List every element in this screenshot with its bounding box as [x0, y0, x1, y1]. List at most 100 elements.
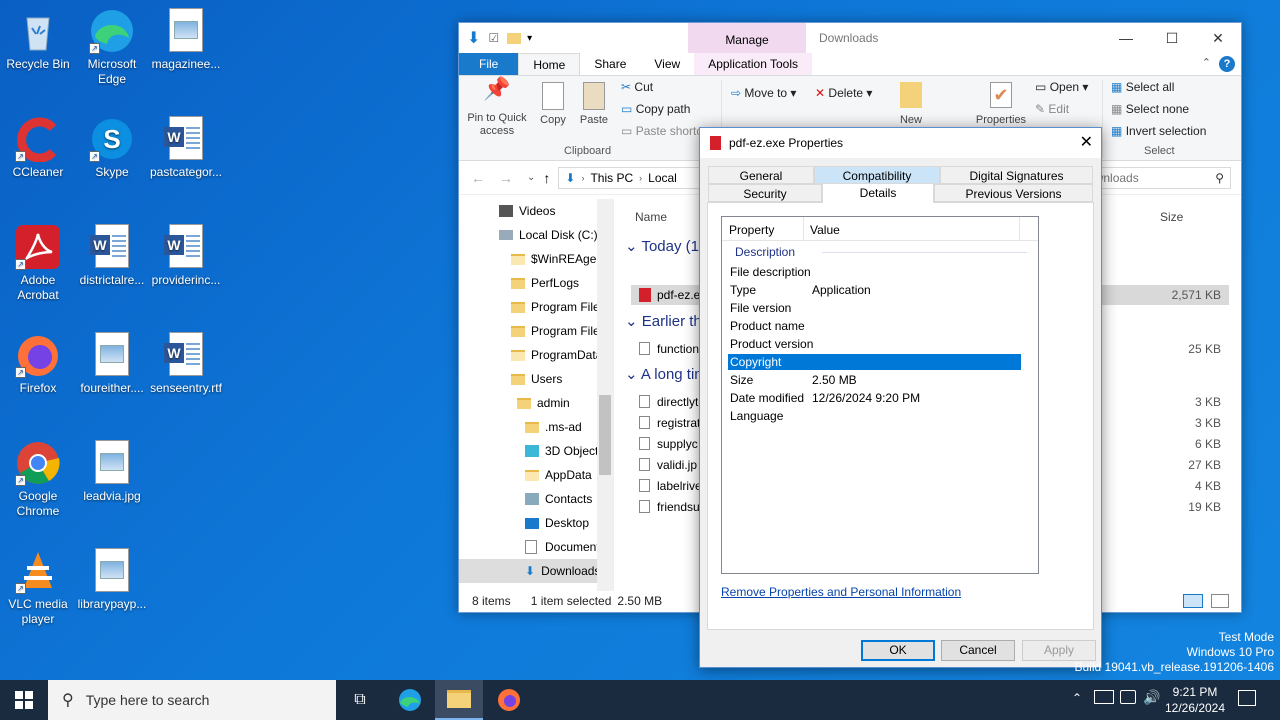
property-row[interactable]: Type Application: [728, 282, 1021, 298]
large-icons-view-icon[interactable]: [1211, 594, 1229, 608]
tab-file[interactable]: File: [459, 53, 519, 75]
task-view-icon[interactable]: ⧉: [336, 680, 384, 720]
forward-icon[interactable]: →: [499, 170, 513, 186]
new-folder-button[interactable]: New: [893, 82, 929, 127]
battery-icon[interactable]: [1120, 690, 1136, 704]
taskbar-firefox-icon[interactable]: [485, 680, 533, 720]
tree-scrollbar[interactable]: [597, 199, 613, 591]
edit-button[interactable]: ✎ Edit: [1035, 102, 1069, 116]
desktop-icon-providerinc[interactable]: W providerinc...: [148, 224, 224, 288]
property-row[interactable]: Date modified 12/26/2024 9:20 PM: [728, 390, 1021, 406]
collapse-ribbon-icon[interactable]: ⌃: [1202, 56, 1211, 69]
tree-item-desktop[interactable]: Desktop: [459, 511, 613, 535]
tree-item-3d-objects[interactable]: 3D Objects: [459, 439, 613, 463]
property-row[interactable]: Language: [728, 408, 1021, 424]
tab-previous-versions[interactable]: Previous Versions: [934, 184, 1093, 202]
properties-quick-icon[interactable]: ☑: [488, 31, 499, 45]
taskbar-search-box[interactable]: ⚲ Type here to search: [48, 680, 336, 720]
tab-view[interactable]: View: [640, 53, 694, 75]
tab-application-tools[interactable]: Application Tools: [694, 53, 813, 75]
address-bar[interactable]: ⬇ › This PC › Local: [558, 166, 701, 189]
desktop-icon-firefox[interactable]: ↗ Firefox: [0, 332, 76, 396]
select-none-button[interactable]: ▦ Select none: [1111, 102, 1189, 116]
quick-access-down-arrow-icon[interactable]: ⬇: [467, 28, 480, 48]
desktop-icon-chrome[interactable]: ↗ Google Chrome: [0, 440, 76, 519]
tree-item-users[interactable]: Users: [459, 367, 613, 391]
pin-quick-access-button[interactable]: 📌 Pin to Quick access: [465, 78, 529, 138]
column-header-property[interactable]: Property: [729, 223, 774, 237]
properties-listbox[interactable]: Property Value Description File descript…: [721, 216, 1039, 574]
tree-item-appdata[interactable]: AppData: [459, 463, 613, 487]
dialog-close-icon[interactable]: ✕: [1080, 132, 1093, 152]
column-header-value[interactable]: Value: [810, 223, 840, 237]
maximize-button[interactable]: ☐: [1149, 23, 1195, 53]
tree-item-winreagent[interactable]: $WinREAgent: [459, 247, 613, 271]
desktop-icon-ccleaner[interactable]: ↗ CCleaner: [0, 116, 76, 180]
move-to-button[interactable]: ⇨ Move to ▾: [731, 86, 796, 100]
desktop-icon-pastcategor[interactable]: W pastcategor...: [148, 116, 224, 180]
property-row[interactable]: Product version: [728, 336, 1021, 352]
copy-path-button[interactable]: ▭ Copy path: [621, 102, 690, 116]
desktop-icon-recycle-bin[interactable]: Recycle Bin: [0, 8, 76, 72]
properties-button[interactable]: ✔ Properties: [973, 82, 1029, 127]
tree-item-local-disk[interactable]: Local Disk (C:): [459, 223, 613, 247]
new-folder-quick-icon[interactable]: [507, 32, 522, 44]
property-row-selected[interactable]: Copyright: [728, 354, 1021, 370]
tab-home[interactable]: Home: [518, 53, 581, 75]
start-button[interactable]: [0, 680, 48, 720]
paste-button[interactable]: Paste: [575, 82, 613, 127]
tab-compatibility[interactable]: Compatibility: [814, 166, 940, 184]
property-row[interactable]: Product name: [728, 318, 1021, 334]
cut-button[interactable]: ✂ Cut: [621, 80, 653, 94]
tree-item-ms-ad[interactable]: .ms-ad: [459, 415, 613, 439]
details-view-icon[interactable]: [1183, 594, 1203, 608]
remove-properties-link[interactable]: Remove Properties and Personal Informati…: [721, 585, 961, 599]
desktop-icon-leadvia[interactable]: leadvia.jpg: [74, 440, 150, 504]
search-box[interactable]: Search Downloads ⚲: [1091, 167, 1231, 189]
minimize-button[interactable]: —: [1103, 23, 1149, 53]
column-header-name[interactable]: Name: [635, 210, 667, 224]
notification-icon[interactable]: [1238, 690, 1256, 706]
volume-icon[interactable]: 🔊: [1143, 689, 1160, 706]
tree-item-program-files[interactable]: Program Files: [459, 295, 613, 319]
up-icon[interactable]: ↑: [543, 170, 550, 186]
property-row[interactable]: File description: [728, 264, 1021, 280]
customize-quick-access-icon[interactable]: ▾: [527, 33, 532, 44]
tab-share[interactable]: Share: [580, 53, 640, 75]
tab-general[interactable]: General: [708, 166, 814, 184]
manage-contextual-tab[interactable]: Manage: [688, 23, 806, 53]
show-hidden-icons-icon[interactable]: ⌃: [1072, 691, 1082, 705]
network-icon[interactable]: [1094, 690, 1114, 704]
tree-item-documents[interactable]: Documents: [459, 535, 613, 559]
invert-selection-button[interactable]: ▦ Invert selection: [1111, 124, 1206, 138]
back-icon[interactable]: ←: [471, 170, 485, 186]
clock[interactable]: 9:21 PM 12/26/2024: [1163, 684, 1227, 716]
property-row[interactable]: File version: [728, 300, 1021, 316]
tree-item-programdata[interactable]: ProgramData: [459, 343, 613, 367]
recent-locations-icon[interactable]: ⌄: [527, 172, 535, 183]
tab-security[interactable]: Security: [708, 184, 822, 202]
breadcrumb-local-disk[interactable]: Local: [648, 171, 677, 185]
ok-button[interactable]: OK: [861, 640, 935, 661]
desktop-icon-vlc[interactable]: ↗ VLC media player: [0, 548, 76, 627]
help-icon[interactable]: ?: [1219, 56, 1235, 72]
tree-item-perflogs[interactable]: PerfLogs: [459, 271, 613, 295]
delete-button[interactable]: ✕ Delete ▾: [815, 86, 872, 100]
tree-scrollbar-thumb[interactable]: [599, 395, 611, 475]
close-button[interactable]: ✕: [1195, 23, 1241, 53]
desktop-icon-senseentry[interactable]: W senseentry.rtf: [148, 332, 224, 396]
taskbar-explorer-icon[interactable]: [435, 680, 483, 720]
group-today[interactable]: ⌄ Today (1): [625, 237, 704, 255]
copy-button[interactable]: Copy: [535, 82, 571, 127]
tree-item-admin[interactable]: admin: [459, 391, 613, 415]
column-header-size[interactable]: Size: [1160, 210, 1183, 224]
breadcrumb-this-pc[interactable]: This PC: [590, 171, 633, 185]
tree-item-videos[interactable]: Videos: [459, 199, 613, 223]
open-button[interactable]: ▭ Open ▾: [1035, 80, 1088, 94]
desktop-icon-acrobat[interactable]: ↗ Adobe Acrobat: [0, 224, 76, 303]
desktop-icon-magazinee[interactable]: magazinee...: [148, 8, 224, 72]
desktop-icon-edge[interactable]: ↗ Microsoft Edge: [74, 8, 150, 87]
desktop-icon-librarypayp[interactable]: librarypayp...: [74, 548, 150, 612]
cancel-button[interactable]: Cancel: [941, 640, 1015, 661]
desktop-icon-foureither[interactable]: foureither....: [74, 332, 150, 396]
